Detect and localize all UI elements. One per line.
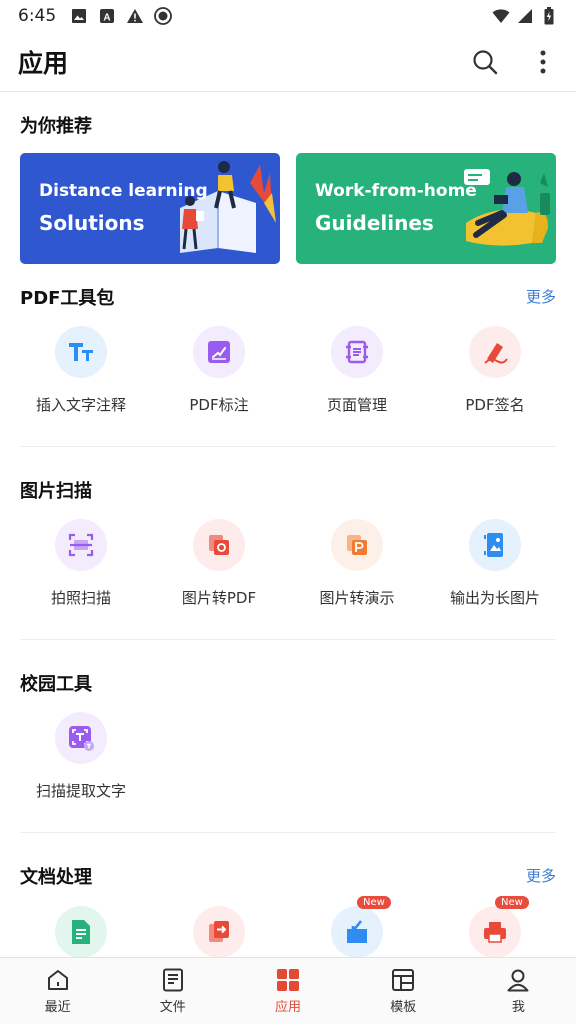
tool-doc-convert[interactable] bbox=[11, 906, 151, 957]
tool-pdf-sign[interactable]: PDF签名 bbox=[425, 326, 565, 436]
banner-line2: Solutions bbox=[39, 211, 145, 235]
tool-photo-scan[interactable]: 拍照扫描 bbox=[11, 519, 151, 629]
nav-label: 模板 bbox=[390, 1000, 417, 1015]
wifi-icon bbox=[492, 7, 510, 25]
signal-icon bbox=[516, 7, 534, 25]
tool-ocr[interactable]: 扫描提取文字 bbox=[11, 712, 151, 822]
home-icon bbox=[45, 967, 71, 993]
new-badge: New bbox=[495, 896, 529, 909]
work-from-home-illustration bbox=[464, 169, 550, 246]
image-to-pdf-icon bbox=[193, 519, 245, 571]
profile-icon bbox=[505, 967, 531, 993]
tool-label: 图片转演示 bbox=[319, 589, 395, 607]
search-button[interactable] bbox=[470, 47, 500, 77]
banner-line2: Guidelines bbox=[315, 211, 434, 235]
tool-label: 扫描提取文字 bbox=[35, 782, 126, 800]
tool-label: 输出为长图片 bbox=[449, 589, 540, 607]
tool-text-annotation[interactable]: 插入文字注释 bbox=[11, 326, 151, 436]
svg-text:A: A bbox=[104, 13, 111, 24]
tool-doc-import[interactable]: New bbox=[287, 896, 427, 957]
tool-pdf-mark[interactable]: PDF标注 bbox=[149, 326, 289, 436]
text-annotation-icon bbox=[55, 326, 107, 378]
nav-label: 文件 bbox=[159, 1000, 186, 1015]
doc-import-icon bbox=[331, 906, 383, 957]
tool-long-image[interactable]: 输出为长图片 bbox=[425, 519, 565, 629]
battery-icon bbox=[540, 7, 558, 25]
long-image-icon bbox=[469, 519, 521, 571]
banner-line1: Work-from-home bbox=[315, 181, 477, 201]
ocr-icon bbox=[55, 712, 107, 764]
recommended-title: 为你推荐 bbox=[20, 116, 92, 137]
scan-title: 图片扫描 bbox=[20, 481, 92, 502]
image-notification-icon bbox=[70, 7, 88, 25]
tool-image-to-pdf[interactable]: 图片转PDF bbox=[149, 519, 289, 629]
section-divider bbox=[20, 446, 556, 447]
status-time: 6:45 bbox=[18, 6, 57, 26]
keyboard-notification-icon: A bbox=[98, 7, 116, 25]
docs-title: 文档处理 bbox=[20, 867, 92, 888]
app-bar: 应用 bbox=[0, 32, 576, 92]
apps-content[interactable]: 为你推荐 Distance learning Solutions Work-fr… bbox=[0, 93, 576, 957]
tool-doc-export[interactable] bbox=[149, 906, 289, 957]
nav-profile[interactable]: 我 bbox=[461, 958, 576, 1024]
tool-label: 拍照扫描 bbox=[50, 589, 111, 607]
warning-icon bbox=[126, 7, 144, 25]
tool-label: PDF标注 bbox=[189, 396, 249, 414]
app-notification-icon bbox=[154, 7, 173, 25]
banner-line1: Distance learning bbox=[39, 181, 208, 201]
campus-title: 校园工具 bbox=[20, 674, 92, 695]
new-badge: New bbox=[357, 896, 391, 909]
template-icon bbox=[390, 967, 416, 993]
section-divider bbox=[20, 639, 556, 640]
section-divider bbox=[20, 832, 556, 833]
image-to-ppt-icon bbox=[331, 519, 383, 571]
nav-label: 我 bbox=[511, 1000, 525, 1015]
tool-label: 页面管理 bbox=[326, 396, 387, 414]
tool-page-manage[interactable]: 页面管理 bbox=[287, 326, 427, 436]
docs-more-link[interactable]: 更多 bbox=[526, 865, 556, 886]
nav-recent[interactable]: 最近 bbox=[0, 958, 115, 1024]
pdf-tools-more-link[interactable]: 更多 bbox=[526, 286, 556, 307]
tool-label: PDF签名 bbox=[465, 396, 525, 414]
more-vertical-icon bbox=[540, 50, 546, 73]
page-manage-icon bbox=[331, 326, 383, 378]
distance-learning-illustration bbox=[180, 161, 276, 253]
file-icon bbox=[160, 967, 186, 993]
search-icon bbox=[473, 49, 498, 74]
apps-icon bbox=[275, 967, 301, 993]
doc-convert-icon bbox=[55, 906, 107, 957]
pdf-tools-title: PDF工具包 bbox=[20, 288, 115, 309]
banner-work-from-home[interactable]: Work-from-home Guidelines bbox=[296, 153, 556, 264]
tool-print[interactable]: New bbox=[425, 896, 565, 957]
nav-label: 最近 bbox=[44, 1000, 71, 1015]
print-icon bbox=[469, 906, 521, 957]
photo-scan-icon bbox=[55, 519, 107, 571]
tool-label: 插入文字注释 bbox=[35, 396, 126, 414]
nav-files[interactable]: 文件 bbox=[115, 958, 230, 1024]
doc-export-icon bbox=[193, 906, 245, 957]
banner-distance-learning[interactable]: Distance learning Solutions bbox=[20, 153, 280, 264]
nav-templates[interactable]: 模板 bbox=[346, 958, 461, 1024]
nav-label: 应用 bbox=[275, 1000, 302, 1015]
tool-image-to-ppt[interactable]: 图片转演示 bbox=[287, 519, 427, 629]
page-title: 应用 bbox=[18, 48, 69, 78]
more-options-button[interactable] bbox=[528, 47, 558, 77]
tool-label: 图片转PDF bbox=[181, 589, 257, 607]
nav-apps[interactable]: 应用 bbox=[230, 958, 345, 1024]
status-bar: 6:45 A bbox=[0, 0, 576, 32]
bottom-nav: 最近 文件 应用 模板 我 bbox=[0, 957, 576, 1024]
pdf-mark-icon bbox=[193, 326, 245, 378]
pdf-sign-icon bbox=[469, 326, 521, 378]
